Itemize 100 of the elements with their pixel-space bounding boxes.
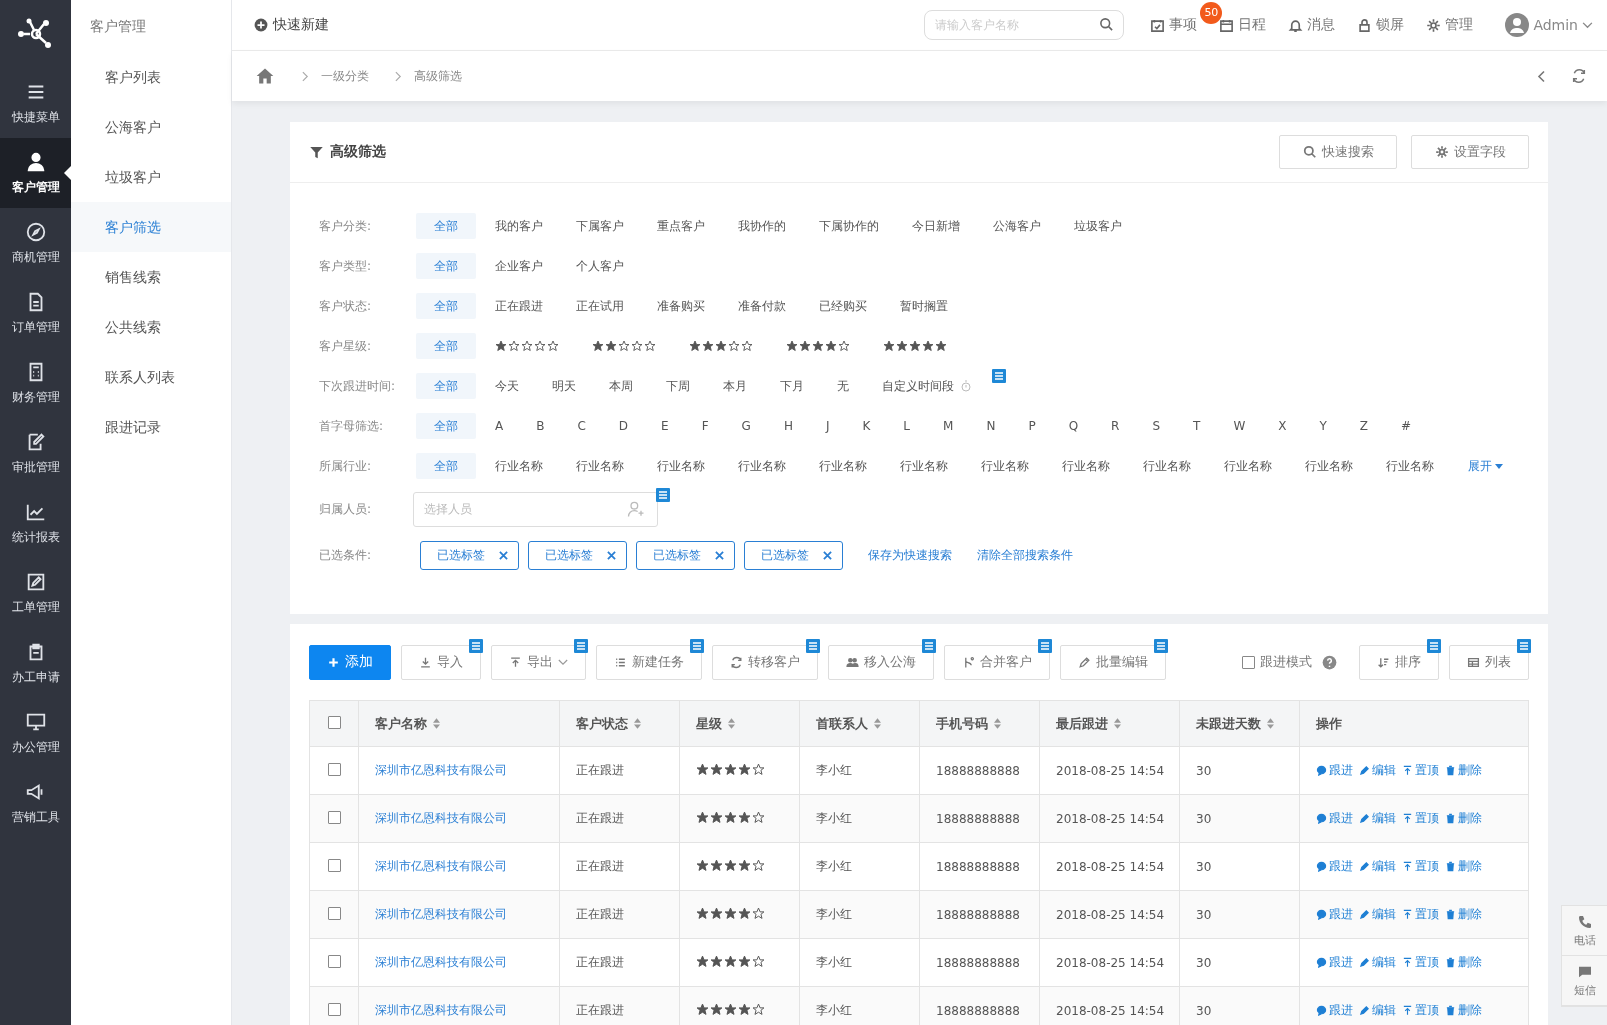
filter-header-button[interactable]: 设置字段 (1411, 135, 1529, 169)
filter-option[interactable]: 我协作的 (724, 213, 800, 239)
filter-option[interactable]: 全部 (416, 333, 476, 359)
row-checkbox[interactable] (327, 906, 341, 920)
row-action-link[interactable]: 删除 (1445, 810, 1482, 827)
filter-header-button[interactable]: 快速搜索 (1279, 135, 1397, 169)
filter-option[interactable]: 自定义时间段 (868, 373, 986, 399)
filter-option[interactable]: X (1264, 413, 1301, 439)
close-icon[interactable] (499, 550, 508, 560)
filter-option[interactable]: 行业名称 (724, 453, 800, 479)
filter-option[interactable]: 行业名称 (967, 453, 1043, 479)
filter-option[interactable]: 无 (823, 373, 863, 399)
filter-option[interactable]: H (769, 413, 807, 439)
rail-nav-item[interactable]: 统计报表 (0, 488, 71, 558)
filter-option[interactable]: 全部 (416, 373, 476, 399)
filter-option[interactable]: 正在试用 (562, 293, 638, 319)
filter-option[interactable]: 公海客户 (979, 213, 1055, 239)
filter-option[interactable]: 行业名称 (1048, 453, 1124, 479)
filter-option[interactable]: 今天 (481, 373, 533, 399)
filter-option[interactable]: F (687, 413, 723, 439)
filter-option[interactable]: 重点客户 (643, 213, 719, 239)
filter-option[interactable]: 行业名称 (1129, 453, 1205, 479)
row-action-link[interactable]: 跟进 (1316, 810, 1353, 827)
filter-option[interactable]: T (1179, 413, 1215, 439)
filter-option[interactable]: 行业名称 (805, 453, 881, 479)
filter-option[interactable]: 行业名称 (1372, 453, 1448, 479)
filter-option[interactable]: 下属客户 (562, 213, 638, 239)
column-header[interactable]: 首联系人 (799, 700, 920, 747)
note-icon[interactable] (469, 638, 483, 653)
row-checkbox[interactable] (327, 810, 341, 824)
toolbar-button[interactable]: 转移客户 (712, 644, 818, 680)
rail-nav-item[interactable]: 客户管理 (0, 138, 71, 208)
filter-option[interactable]: 全部 (416, 413, 476, 439)
home-icon[interactable] (254, 66, 276, 86)
filter-option[interactable]: K (848, 413, 885, 439)
rail-nav-item[interactable]: 营销工具 (0, 768, 71, 838)
filter-option[interactable]: L (889, 413, 925, 439)
customer-name-link[interactable]: 深圳市亿恩科技有限公司 (375, 859, 507, 873)
sub-nav-item[interactable]: 公海客户 (71, 102, 231, 152)
row-action-link[interactable]: 跟进 (1316, 1002, 1353, 1019)
filter-option[interactable]: 下属协作的 (805, 213, 893, 239)
contact-button[interactable]: 短信 (1562, 956, 1607, 1006)
toolbar-button[interactable]: 合并客户 (944, 644, 1050, 680)
filter-option[interactable]: 已经购买 (805, 293, 881, 319)
person-picker-field[interactable]: 选择人员 (413, 491, 658, 527)
filter-option[interactable]: E (647, 413, 683, 439)
filter-option[interactable]: 行业名称 (643, 453, 719, 479)
expand-link[interactable]: 展开 (1468, 457, 1503, 475)
close-icon[interactable] (607, 550, 616, 560)
note-icon[interactable] (656, 488, 670, 502)
row-action-link[interactable]: 置顶 (1402, 1002, 1439, 1019)
rail-nav-item[interactable]: 办公管理 (0, 698, 71, 768)
row-action-link[interactable]: 编辑 (1359, 954, 1396, 971)
row-action-link[interactable]: 删除 (1445, 906, 1482, 923)
filter-option[interactable]: 准备购买 (643, 293, 719, 319)
rail-nav-item[interactable]: 工单管理 (0, 558, 71, 628)
filter-option[interactable]: 明天 (538, 373, 590, 399)
note-icon[interactable] (574, 638, 588, 653)
rail-nav-item[interactable]: 订单管理 (0, 278, 71, 348)
column-header[interactable]: 未跟进天数 (1179, 700, 1300, 747)
row-action-link[interactable]: 置顶 (1402, 858, 1439, 875)
row-action-link[interactable]: 删除 (1445, 1002, 1482, 1019)
filter-option[interactable]: Q (1054, 413, 1093, 439)
note-icon[interactable] (1154, 638, 1168, 653)
filter-option[interactable]: 行业名称 (481, 453, 557, 479)
row-action-link[interactable]: 置顶 (1402, 906, 1439, 923)
close-icon[interactable] (715, 550, 724, 560)
sub-nav-item[interactable]: 垃圾客户 (71, 152, 231, 202)
filter-option[interactable]: D (604, 413, 643, 439)
filter-option[interactable]: Y (1305, 413, 1341, 439)
rail-nav-item[interactable]: 财务管理 (0, 348, 71, 418)
filter-option[interactable]: 个人客户 (562, 253, 638, 279)
select-all-checkbox[interactable] (327, 715, 341, 729)
filter-option[interactable]: 全部 (416, 213, 476, 239)
filter-option[interactable]: 今日新增 (898, 213, 974, 239)
column-header[interactable]: 客户状态 (559, 700, 680, 747)
refresh-icon[interactable] (1571, 68, 1587, 84)
top-action-button[interactable]: 事项 (1150, 16, 1198, 34)
filter-option[interactable]: P (1014, 413, 1050, 439)
row-action-link[interactable]: 置顶 (1402, 810, 1439, 827)
rail-nav-item[interactable]: 办工申请 (0, 628, 71, 698)
column-header[interactable]: 最后跟进 (1039, 700, 1180, 747)
filter-option[interactable]: 行业名称 (886, 453, 962, 479)
note-icon[interactable] (1038, 638, 1052, 653)
filter-link[interactable]: 保存为快速搜索 (868, 546, 952, 564)
selected-tag[interactable]: 已选标签 (420, 540, 519, 570)
filter-option[interactable]: G (727, 413, 765, 439)
follow-mode-checkbox[interactable]: 跟进模式 (1242, 653, 1312, 671)
selected-tag[interactable]: 已选标签 (636, 540, 735, 570)
toolbar-button[interactable]: 移入公海 (828, 644, 934, 680)
filter-option[interactable]: 准备付款 (724, 293, 800, 319)
row-action-link[interactable]: 置顶 (1402, 954, 1439, 971)
sub-nav-item[interactable]: 联系人列表 (71, 352, 231, 402)
filter-option[interactable]: N (972, 413, 1010, 439)
row-action-link[interactable]: 编辑 (1359, 762, 1396, 779)
quick-new-button[interactable]: 快速新建 (254, 16, 329, 34)
filter-link[interactable]: 清除全部搜索条件 (977, 546, 1073, 564)
filter-option[interactable]: 我的客户 (481, 213, 557, 239)
rail-nav-item[interactable]: 审批管理 (0, 418, 71, 488)
filter-option[interactable]: W (1219, 413, 1260, 439)
